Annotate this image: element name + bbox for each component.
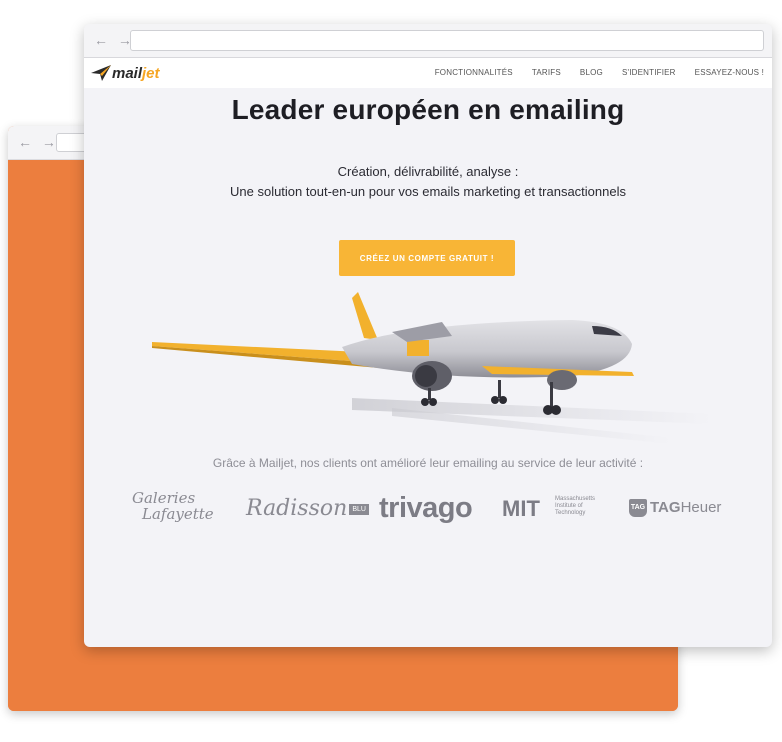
logo-wordmark: mailjet — [112, 65, 160, 82]
nav-sidentifier[interactable]: S'IDENTIFIER — [622, 68, 676, 77]
front-browser-window: ← → mailjet FONCTIONNALITÉS TARIFS BLOG … — [84, 24, 772, 647]
nav-blog[interactable]: BLOG — [580, 68, 603, 77]
client-logo-galeries-lafayette: Galeries Lafayette — [132, 489, 214, 523]
airplane-illustration — [152, 292, 712, 444]
clients-intro: Grâce à Mailjet, nos clients ont amélior… — [212, 456, 644, 470]
create-free-account-button[interactable]: CRÉEZ UN COMPTE GRATUIT ! — [339, 240, 515, 276]
mailjet-logo[interactable]: mailjet — [90, 61, 170, 85]
back-forward-arrows-icon[interactable]: ← → — [94, 32, 135, 48]
paper-plane-icon — [91, 65, 111, 81]
client-logo-trivago: trivago — [379, 492, 473, 524]
tag-heuer-shield-icon: TAG — [629, 499, 647, 518]
nav-fonctionnalites[interactable]: FONCTIONNALITÉS — [435, 68, 513, 77]
front-browser-toolbar: ← → — [84, 24, 772, 58]
hero-subtitle-line2: Une solution tout-en-un pour vos emails … — [230, 184, 626, 199]
nav-tarifs[interactable]: TARIFS — [532, 68, 561, 77]
url-bar[interactable] — [130, 30, 764, 51]
hero-subtitle-line1: Création, délivrabilité, analyse : — [337, 164, 519, 179]
hero-title: Leader européen en emailing — [231, 94, 625, 125]
back-forward-arrows-icon[interactable]: ← → — [18, 134, 59, 150]
client-logo-mit: MIT — [502, 496, 540, 521]
client-logo-radisson-blu: Radisson BLU — [246, 496, 369, 521]
client-logo-tag-heuer: TAG TAGHeuer — [629, 499, 722, 518]
nav-essayez-nous[interactable]: ESSAYEZ-NOUS ! — [695, 68, 764, 77]
site-header: mailjet FONCTIONNALITÉS TARIFS BLOG S'ID… — [84, 58, 772, 88]
client-logos: Galeries Lafayette Radisson BLU trivago M… — [124, 490, 744, 530]
main-nav: FONCTIONNALITÉS TARIFS BLOG S'IDENTIFIER… — [435, 68, 764, 77]
client-logo-mit-subtitle: Massachusetts Institute of Technology — [555, 496, 596, 516]
